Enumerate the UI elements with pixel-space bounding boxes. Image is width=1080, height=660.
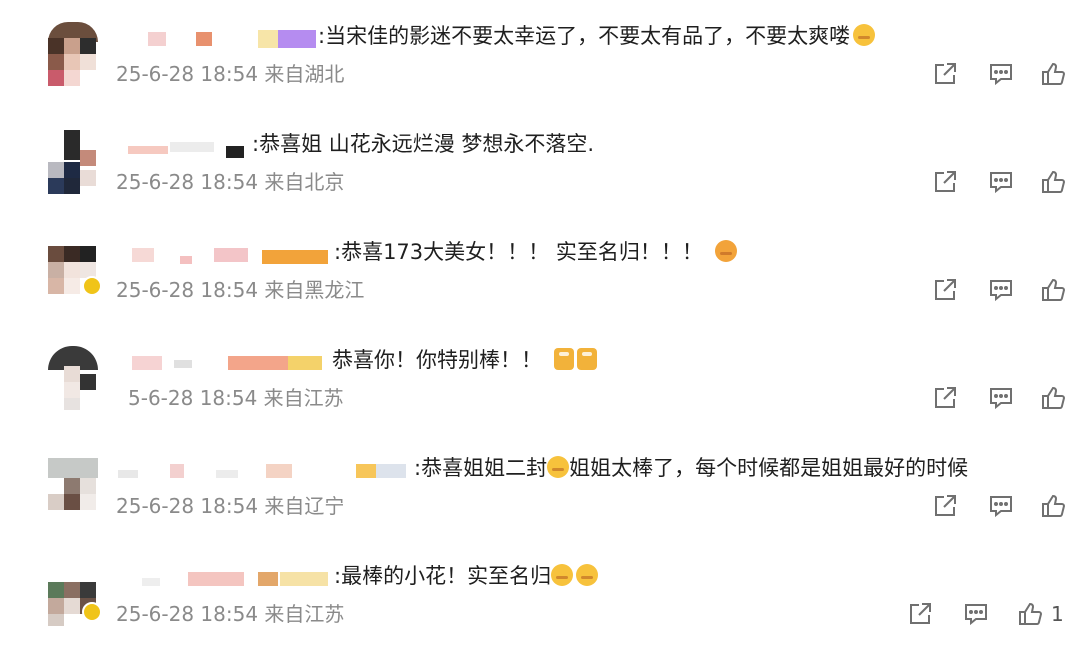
- laughing-emoji: [853, 24, 876, 46]
- username-blurred[interactable]: [118, 348, 328, 374]
- comment-item: :最棒的小花！实至名归 25-6-28 18:54 来自江苏 1: [0, 540, 1080, 648]
- screaming-emoji: [551, 564, 574, 586]
- username-blurred[interactable]: [118, 24, 318, 50]
- comment-button[interactable]: [986, 490, 1016, 522]
- comment-text: 恭喜你！你特别棒！！: [332, 344, 597, 376]
- comment-icon: [990, 172, 1012, 194]
- avatar[interactable]: [48, 454, 98, 518]
- like-button[interactable]: [1038, 490, 1068, 522]
- comment-actions: [930, 274, 1070, 306]
- comment-icon: [990, 388, 1012, 410]
- comment-icon: [990, 280, 1012, 302]
- comment-button[interactable]: [986, 382, 1016, 414]
- comment-meta: 25-6-28 18:54 来自江苏: [116, 602, 345, 626]
- comment-button[interactable]: [986, 166, 1016, 198]
- avatar[interactable]: [48, 346, 98, 410]
- share-icon: [935, 387, 956, 408]
- comment-meta: 5-6-28 18:54 来自江苏: [128, 386, 344, 410]
- comment-meta: 25-6-28 18:54 来自北京: [116, 170, 345, 194]
- username-blurred[interactable]: [118, 456, 413, 482]
- username-blurred[interactable]: [118, 564, 338, 590]
- like-button[interactable]: [1038, 274, 1068, 306]
- verified-badge-icon: [82, 276, 102, 296]
- comment-icon: [965, 604, 987, 626]
- grin-emoji: [714, 240, 737, 262]
- username-blurred[interactable]: [118, 132, 248, 158]
- thumbs-up-icon: [1019, 602, 1043, 625]
- share-button[interactable]: [930, 382, 960, 414]
- comment-meta: 25-6-28 18:54 来自湖北: [116, 62, 345, 86]
- comment-item: :当宋佳的影迷不要太幸运了，不要太有品了，不要太爽喽 25-6-28 18:54…: [0, 0, 1080, 108]
- thumbs-up-icon: [1042, 494, 1066, 517]
- screaming-emoji: [576, 564, 599, 586]
- comment-text: :最棒的小花！实至名归: [334, 560, 599, 592]
- share-icon: [935, 495, 956, 516]
- share-button[interactable]: [930, 58, 960, 90]
- comment-actions: [930, 166, 1070, 198]
- comment-button[interactable]: [986, 274, 1016, 306]
- comment-icon: [990, 496, 1012, 518]
- comment-text: :恭喜姐姐二封 姐姐太棒了，每个时候都是姐姐最好的时候: [414, 456, 969, 480]
- beer-emoji: [577, 348, 597, 370]
- comment-actions: 1: [905, 598, 1075, 630]
- like-button[interactable]: [1038, 58, 1068, 90]
- comment-actions: [930, 490, 1070, 522]
- thumbs-up-icon: [1042, 278, 1066, 301]
- comment-actions: [930, 58, 1070, 90]
- comment-meta: 25-6-28 18:54 来自辽宁: [116, 494, 345, 518]
- share-icon: [935, 279, 956, 300]
- share-button[interactable]: [930, 166, 960, 198]
- comment-item: :恭喜姐 山花永远烂漫 梦想永不落空. 25-6-28 18:54 来自北京: [0, 108, 1080, 216]
- comment-text: :当宋佳的影迷不要太幸运了，不要太有品了，不要太爽喽: [318, 20, 876, 52]
- comment-button[interactable]: [961, 598, 991, 630]
- crying-emoji: [547, 456, 570, 478]
- avatar[interactable]: [48, 130, 98, 194]
- comment-icon: [990, 64, 1012, 86]
- share-icon: [935, 171, 956, 192]
- verified-badge-icon: [82, 602, 102, 622]
- comment-text: :恭喜173大美女！！！ 实至名归！！！: [334, 236, 737, 268]
- thumbs-up-icon: [1042, 62, 1066, 85]
- comment-item: :恭喜173大美女！！！ 实至名归！！！ 25-6-28 18:54 来自黑龙江: [0, 216, 1080, 324]
- share-button[interactable]: [930, 490, 960, 522]
- comment-button[interactable]: [986, 58, 1016, 90]
- share-button[interactable]: [930, 274, 960, 306]
- share-icon: [935, 63, 956, 84]
- username-blurred[interactable]: [118, 240, 333, 266]
- like-button[interactable]: [1015, 598, 1045, 630]
- comment-item: 恭喜你！你特别棒！！ 5-6-28 18:54 来自江苏: [0, 324, 1080, 432]
- like-count: 1: [1051, 602, 1064, 626]
- comment-meta: 25-6-28 18:54 来自黑龙江: [116, 278, 365, 302]
- comment-item: :恭喜姐姐二封 姐姐太棒了，每个时候都是姐姐最好的时候 25-6-28 18:54…: [0, 432, 1080, 540]
- thumbs-up-icon: [1042, 170, 1066, 193]
- like-button[interactable]: [1038, 166, 1068, 198]
- thumbs-up-icon: [1042, 386, 1066, 409]
- comment-text: :恭喜姐 山花永远烂漫 梦想永不落空.: [252, 132, 595, 156]
- comment-actions: [930, 382, 1070, 414]
- like-button[interactable]: [1038, 382, 1068, 414]
- share-icon: [910, 603, 931, 624]
- beer-emoji: [554, 348, 574, 370]
- share-button[interactable]: [905, 598, 935, 630]
- avatar[interactable]: [48, 22, 98, 86]
